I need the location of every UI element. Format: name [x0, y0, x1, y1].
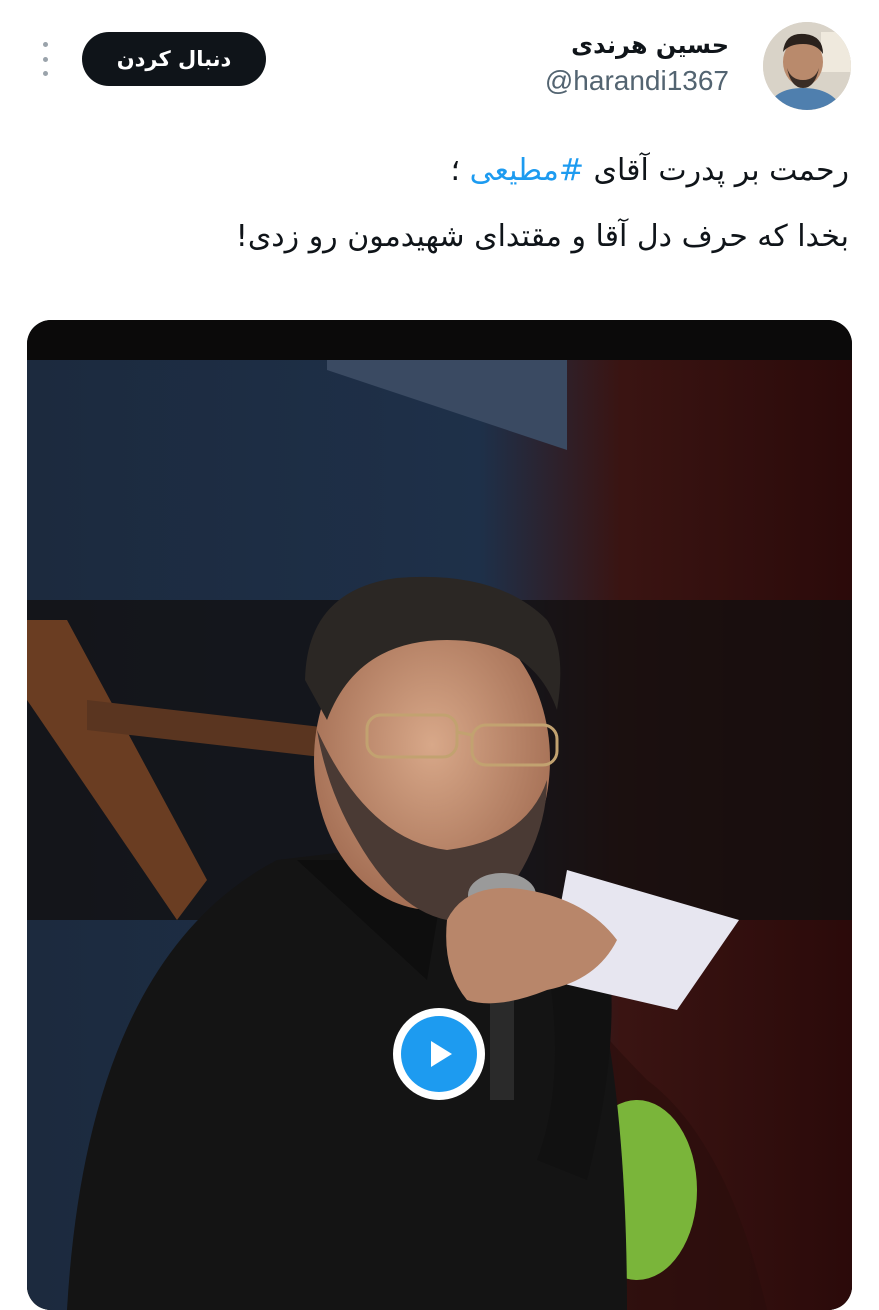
dot [42, 71, 48, 76]
play-triangle-icon [431, 1041, 452, 1067]
tweet-line-1: رحمت بر پدرت آقای #مطیعی ؛ [29, 138, 849, 204]
dot [42, 56, 48, 62]
avatar-photo [763, 22, 851, 110]
hashtag-link[interactable]: #مطیعی [470, 153, 584, 188]
display-name[interactable]: حسین هرندی [545, 28, 729, 62]
avatar[interactable] [763, 22, 851, 110]
tweet-text-segment: رحمت بر پدرت آقای [583, 153, 849, 188]
tweet-text-segment: ؛ [450, 153, 470, 188]
play-button[interactable] [393, 1008, 485, 1100]
user-info[interactable]: حسین هرندی @harandi1367 [545, 28, 729, 100]
tweet-header: دنبال کردن حسین هرندی @harandi1367 [0, 0, 879, 130]
video-media[interactable] [27, 320, 852, 1310]
play-icon[interactable] [401, 1016, 477, 1092]
user-handle[interactable]: @harandi1367 [545, 62, 729, 100]
tweet-line-2: بخدا که حرف دل آقا و مقتدای شهیدمون رو ز… [235, 219, 849, 254]
follow-button[interactable]: دنبال کردن [82, 32, 266, 86]
video-thumbnail [27, 320, 852, 1310]
dot [42, 42, 48, 47]
tweet-text: رحمت بر پدرت آقای #مطیعی ؛ بخدا که حرف د… [29, 138, 849, 270]
more-options-icon[interactable] [36, 42, 54, 76]
